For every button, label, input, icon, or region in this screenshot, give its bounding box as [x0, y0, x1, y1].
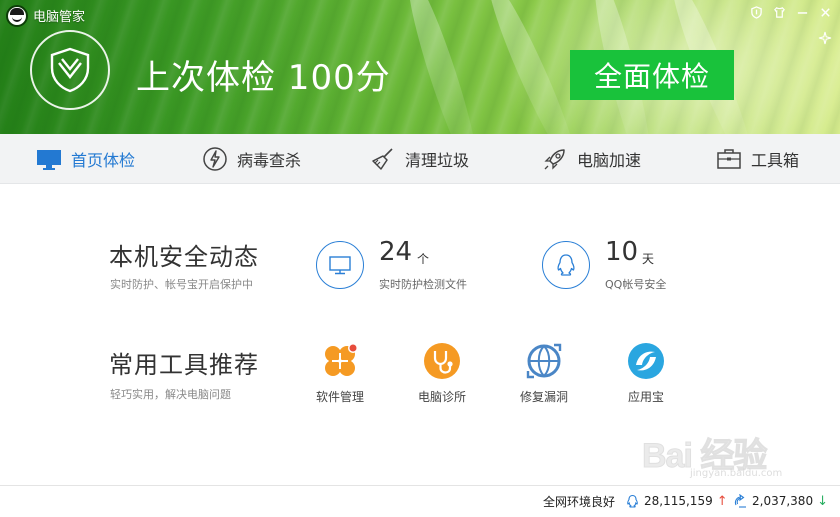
tool-app-store[interactable]: 应用宝 [601, 341, 691, 405]
scan-counter[interactable]: 28,115,159 ↑ [625, 486, 728, 516]
full-check-button[interactable]: 全面体检 [570, 50, 734, 100]
lightning-icon [203, 147, 227, 171]
grass-decoration [398, 0, 488, 134]
monitor-icon [37, 150, 61, 170]
qq-penguin-icon [627, 494, 638, 508]
minimize-icon[interactable] [795, 5, 809, 19]
nav-item-clean-junk[interactable]: 清理垃圾 [370, 134, 469, 184]
tool-label: 修复漏洞 [519, 390, 568, 404]
qq-safe-unit: 天 [642, 252, 655, 266]
clover-icon [325, 343, 358, 376]
nav-item-home-check[interactable]: 首页体检 [36, 134, 135, 184]
monitor-icon [329, 256, 351, 275]
app-title: 电脑管家 [33, 10, 86, 25]
tool-label: 电脑诊所 [417, 390, 466, 404]
nav-label: 工具箱 [751, 151, 800, 170]
window-controls [749, 5, 832, 19]
qq-safe-desc: QQ帐号安全 [605, 278, 667, 291]
security-section-title: 本机安全动态 [109, 243, 259, 271]
shirt-icon[interactable] [772, 5, 786, 19]
tools-section-title: 常用工具推荐 [109, 351, 259, 379]
protected-files-desc: 实时防护检测文件 [379, 278, 467, 291]
toolbox-icon [717, 149, 741, 169]
network-status-text: 全网环境良好 [543, 494, 616, 509]
protection-shield-icon [30, 30, 110, 110]
count-down-value: 2,037,380 [752, 494, 814, 508]
shield-icon[interactable] [749, 5, 763, 19]
repair-globe-icon [526, 343, 562, 379]
sparkle-icon[interactable] [818, 31, 832, 45]
defense-counter[interactable]: 2,037,380 ↓ [733, 486, 828, 516]
stethoscope-icon [424, 343, 460, 379]
stat-qq-badge [542, 241, 590, 289]
header-banner: 电脑管家 上次体检 100分 全面体检 [0, 0, 840, 134]
app-store-icon [628, 343, 664, 379]
app-logo-icon [6, 5, 28, 27]
tool-fix-vulnerability[interactable]: 修复漏洞 [499, 341, 589, 405]
tools-section-subtitle: 轻巧实用，解决电脑问题 [110, 388, 231, 401]
qq-safe-days: 10 [605, 237, 639, 267]
network-status: 全网环境良好 [543, 486, 615, 516]
broom-icon [372, 148, 393, 170]
last-check-score: 上次体检 100分 [136, 58, 391, 98]
nav-label: 清理垃圾 [405, 151, 470, 170]
nav-label: 首页体检 [71, 151, 136, 170]
arrow-up-icon: ↑ [716, 493, 728, 509]
qq-penguin-icon [557, 254, 575, 276]
tool-label: 应用宝 [627, 390, 664, 404]
main-navigation: 首页体检 病毒查杀 清理垃圾 电脑加速 工具箱 [0, 134, 840, 184]
arrow-down-icon: ↓ [817, 493, 828, 509]
refresh-shield-icon [734, 493, 746, 508]
nav-item-virus-scan[interactable]: 病毒查杀 [202, 134, 301, 184]
close-icon[interactable] [818, 5, 832, 19]
protected-files-count: 24 [379, 237, 413, 267]
watermark-url: jingyan.baidu.com [690, 468, 783, 479]
tool-software-manager[interactable]: 软件管理 [295, 341, 385, 405]
nav-item-speed-up[interactable]: 电脑加速 [542, 134, 641, 184]
protected-files-unit: 个 [417, 252, 430, 266]
tool-pc-clinic[interactable]: 电脑诊所 [397, 341, 487, 405]
stat-monitor-badge [316, 241, 364, 289]
status-bar: 全网环境良好 28,115,159 ↑ 2,037,380 ↓ [0, 485, 840, 517]
nav-label: 电脑加速 [577, 151, 642, 170]
nav-item-toolbox[interactable]: 工具箱 [716, 134, 799, 184]
security-section-subtitle: 实时防护、帐号宝开启保护中 [110, 278, 253, 291]
tool-label: 软件管理 [315, 390, 364, 404]
rocket-icon [544, 149, 565, 170]
nav-label: 病毒查杀 [237, 151, 302, 170]
count-up-value: 28,115,159 [644, 494, 713, 508]
